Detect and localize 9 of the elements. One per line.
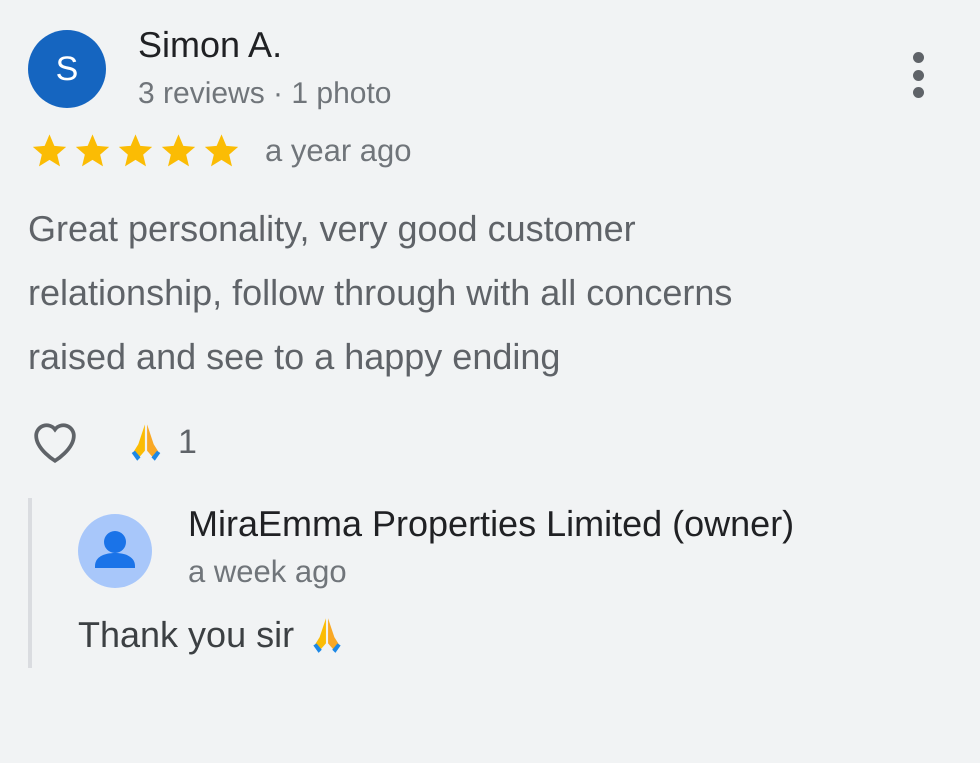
reply-text: Thank you sir (78, 612, 294, 656)
reply-time: a week ago (188, 552, 348, 590)
review-time: a year ago (265, 132, 412, 170)
owner-name: MiraEmma Properties Limited (owner) (188, 502, 794, 546)
reviewer-stats: 3 reviews · 1 photo (138, 76, 392, 112)
avatar: S (28, 30, 106, 108)
author-name: Simon A. (138, 23, 284, 67)
reaction-count: 1 (178, 422, 197, 462)
review-text: Great personality, very good customer relationship, follow through with all concerns raised and see to a happy ending (28, 206, 734, 378)
